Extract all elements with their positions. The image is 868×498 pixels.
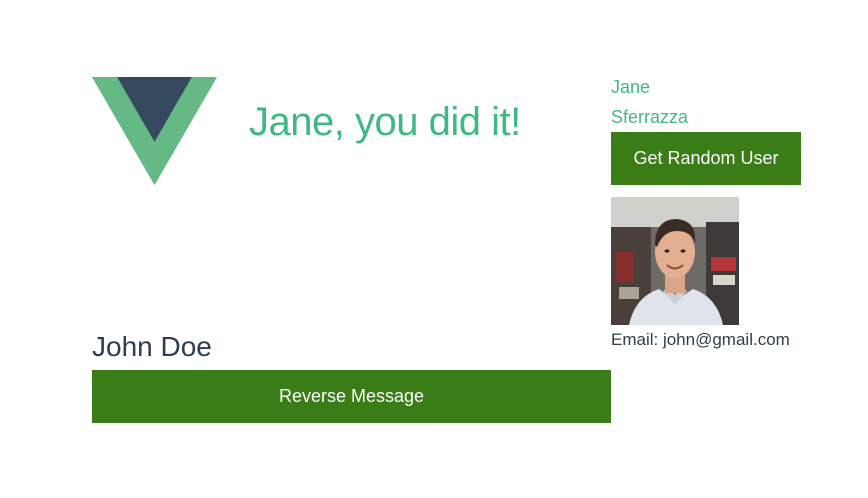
headline-message: Jane, you did it! <box>249 100 521 144</box>
user-avatar <box>611 197 739 325</box>
user-panel: Jane Sferrazza Get Random User Email: jo… <box>611 72 811 351</box>
get-random-user-button[interactable]: Get Random User <box>611 132 801 185</box>
user-email: Email: john@gmail.com <box>611 330 790 349</box>
reverse-message-button[interactable]: Reverse Message <box>92 370 611 423</box>
user-last-name: Sferrazza <box>611 107 689 127</box>
vue-logo-icon <box>92 77 217 185</box>
user-first-name: Jane <box>611 77 651 97</box>
person-name: John Doe <box>92 331 212 362</box>
